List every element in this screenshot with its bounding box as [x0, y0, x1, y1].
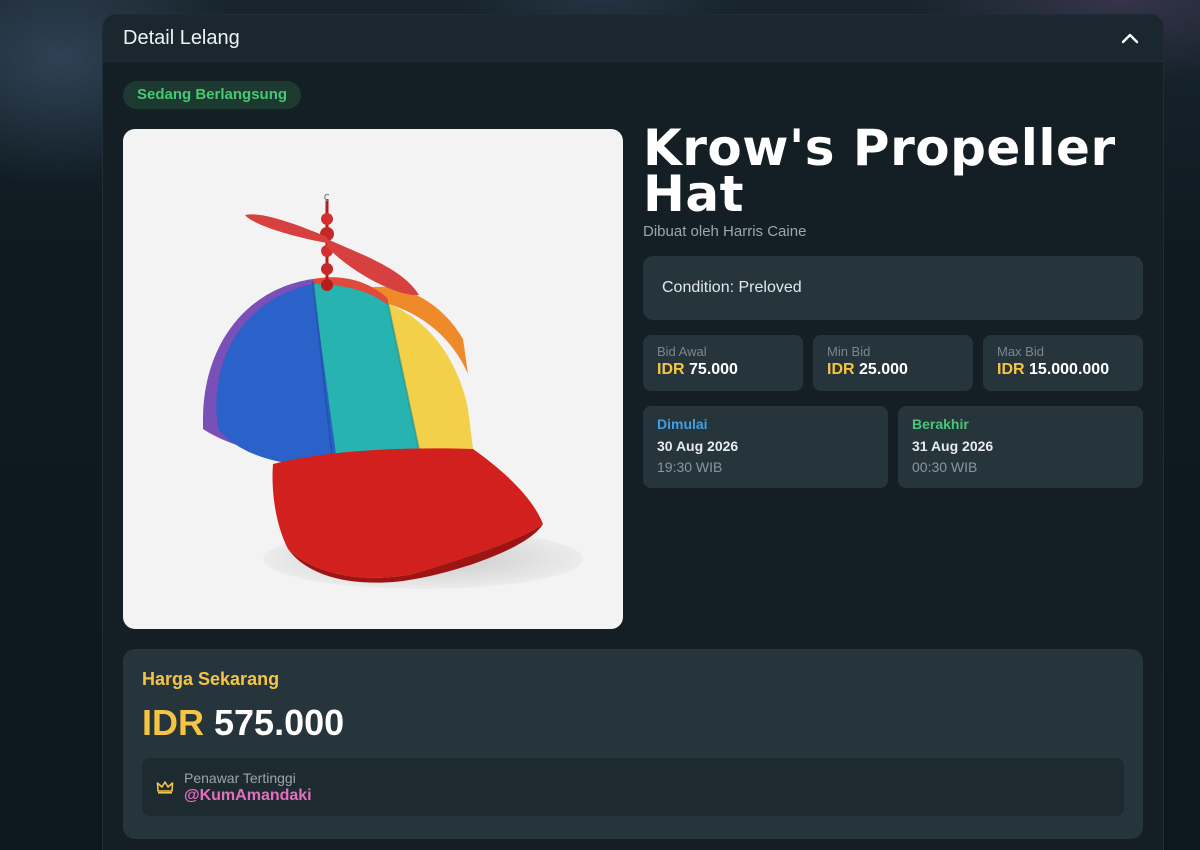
bid-label: Bid Awal	[657, 344, 707, 359]
bid-value: IDR 15.000.000	[997, 361, 1129, 379]
condition-box: Condition: Preloved	[643, 256, 1143, 320]
panel-title: Detail Lelang	[123, 26, 240, 49]
bid-value: IDR 25.000	[827, 361, 959, 379]
current-price-value: IDR 575.000	[142, 702, 1124, 744]
bid-value: IDR 75.000	[657, 361, 789, 379]
top-bidder-label: Penawar Tertinggi	[184, 769, 296, 786]
product-image	[123, 129, 623, 629]
top-bidder-name[interactable]: @KumAmandaki	[184, 787, 312, 805]
bid-min-box: Min Bid IDR 25.000	[813, 335, 973, 391]
schedule-row: Dimulai 30 Aug 2026 19:30 WIB Berakhir 3…	[643, 406, 1143, 488]
start-date: 30 Aug 2026	[657, 438, 739, 454]
start-time: 19:30 WIB	[657, 459, 723, 475]
price-amount: 575.000	[214, 702, 345, 743]
condition-text: Condition: Preloved	[662, 279, 802, 296]
end-date-box: Berakhir 31 Aug 2026 00:30 WIB	[898, 406, 1143, 488]
bid-label: Min Bid	[827, 344, 871, 359]
collapse-button[interactable]	[1117, 25, 1143, 51]
item-title: Krow's Propeller Hat	[643, 119, 1116, 223]
end-date: 31 Aug 2026	[912, 438, 994, 454]
top-bidder-info: Penawar Tertinggi @KumAmandaki	[184, 770, 312, 805]
bid-amount: 75.000	[689, 361, 738, 378]
bid-currency: IDR	[997, 361, 1025, 378]
auction-detail-panel: Detail Lelang Sedang Berlangsung Krow's …	[102, 14, 1164, 850]
bid-row: Bid Awal IDR 75.000 Min Bid IDR 25.000 M…	[643, 335, 1143, 391]
status-badge: Sedang Berlangsung	[123, 81, 302, 109]
start-label: Dimulai	[657, 416, 708, 432]
bid-currency: IDR	[657, 361, 685, 378]
top-bidder-box: Penawar Tertinggi @KumAmandaki	[142, 758, 1124, 816]
crown-icon	[156, 780, 174, 794]
panel-header[interactable]: Detail Lelang	[103, 15, 1163, 62]
bid-start-box: Bid Awal IDR 75.000	[643, 335, 803, 391]
item-info: Krow's Propeller Hat Dibuat oleh Harris …	[643, 119, 1143, 488]
bid-label: Max Bid	[997, 344, 1044, 359]
end-label: Berakhir	[912, 416, 969, 432]
bid-currency: IDR	[827, 361, 855, 378]
end-time: 00:30 WIB	[912, 459, 978, 475]
bid-max-box: Max Bid IDR 15.000.000	[983, 335, 1143, 391]
current-price-card: Harga Sekarang IDR 575.000 Penawar Terti…	[123, 649, 1143, 839]
bid-amount: 15.000.000	[1029, 361, 1110, 378]
bid-amount: 25.000	[859, 361, 908, 378]
current-price-label: Harga Sekarang	[142, 669, 280, 689]
price-currency: IDR	[142, 702, 204, 743]
propeller-hat-illustration	[203, 193, 583, 589]
item-creator: Dibuat oleh Harris Caine	[643, 223, 807, 240]
start-date-box: Dimulai 30 Aug 2026 19:30 WIB	[643, 406, 888, 488]
chevron-up-icon	[1121, 33, 1139, 44]
